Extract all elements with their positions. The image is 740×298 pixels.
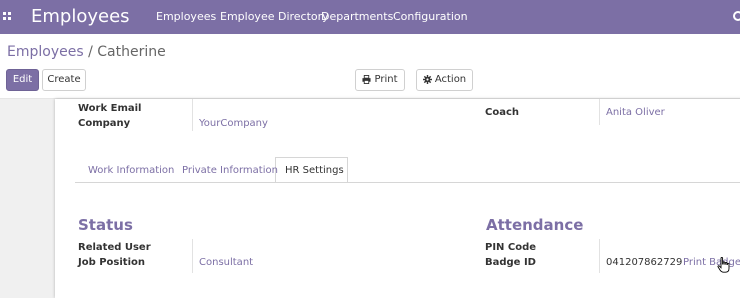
job-position-label: Job Position [78,257,146,268]
breadcrumb: Employees / Catherine [7,43,166,61]
apps-menu-icon[interactable] [3,12,11,20]
print-badge-link[interactable]: Print Badge [683,256,740,269]
menu-employee-directory[interactable]: Employee Directory [220,10,329,24]
tab-divider [75,182,740,183]
field-divider [599,239,600,273]
print-label: Print [374,74,398,85]
menu-configuration[interactable]: Configuration [393,10,468,24]
field-divider [192,99,193,131]
menu-employees[interactable]: Employees [156,10,216,24]
action-label: Action [434,74,467,85]
menu-departments[interactable]: Departments [321,10,393,24]
company-label: Company [78,118,131,129]
hand-cursor-icon [717,257,730,273]
work-email-label: Work Email [78,103,142,114]
form-sheet: Work Email Company YourCompany Coach Ani… [55,99,740,298]
company-field[interactable]: YourCompany [199,117,268,130]
badge-id-field: 041207862729 [606,257,683,268]
field-divider [192,239,193,273]
coach-label: Coach [485,107,520,118]
edit-button[interactable]: Edit [6,69,39,91]
badge-id-label: Badge ID [485,257,536,268]
gear-icon [422,74,432,84]
print-button[interactable]: Print [355,69,405,91]
action-button[interactable]: Action [416,69,473,91]
coach-field[interactable]: Anita Oliver [606,106,665,119]
search-icon[interactable] [732,10,740,22]
attendance-section-title: Attendance [486,216,584,234]
field-divider [599,99,600,125]
pin-code-label: PIN Code [485,242,537,253]
control-panel: Employees / Catherine Edit Create Print … [0,34,740,99]
related-user-label: Related User [78,242,151,253]
job-position-field[interactable]: Consultant [199,256,253,269]
breadcrumb-employees[interactable]: Employees [7,44,84,60]
breadcrumb-separator: / [88,44,93,60]
tab-private-information[interactable]: Private Information [182,164,278,177]
printer-icon [362,74,372,84]
tab-hr-settings[interactable]: HR Settings [285,164,344,177]
status-section-title: Status [78,216,133,234]
top-navbar: Employees Employees Employee Directory D… [0,0,740,34]
breadcrumb-current: Catherine [97,44,166,60]
tab-work-information[interactable]: Work Information [88,164,174,177]
create-button[interactable]: Create [42,69,86,91]
app-title[interactable]: Employees [31,6,130,28]
